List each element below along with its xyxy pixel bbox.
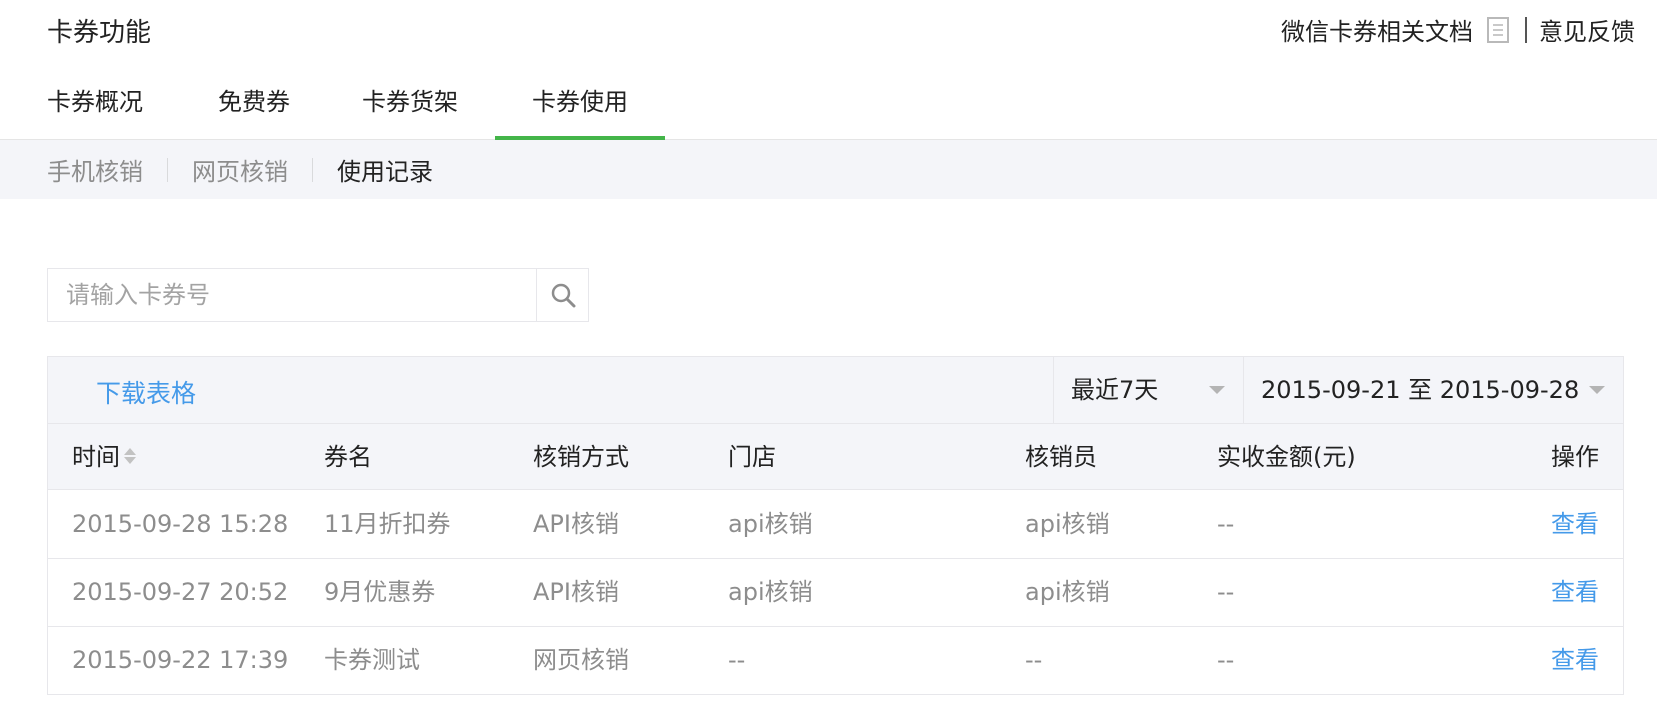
search-input[interactable] xyxy=(48,269,536,321)
cell-amount: -- xyxy=(1217,510,1235,538)
cell-store: -- xyxy=(728,646,746,674)
column-time[interactable]: 时间 xyxy=(72,424,136,490)
column-verifier: 核销员 xyxy=(1025,443,1097,471)
view-link[interactable]: 查看 xyxy=(1551,627,1599,693)
header-links: 微信卡券相关文档 意见反馈 xyxy=(1281,12,1635,47)
cell-amount: -- xyxy=(1217,646,1235,674)
cell-time: 2015-09-28 15:28 xyxy=(72,510,289,538)
feedback-link[interactable]: 意见反馈 xyxy=(1539,12,1635,47)
range-select-value: 最近7天 xyxy=(1071,376,1159,404)
column-verify-method: 核销方式 xyxy=(533,443,629,471)
table-row: 2015-09-22 17:39 卡券测试 网页核销 -- -- -- 查看 xyxy=(48,627,1623,695)
tab-coupon-shelf[interactable]: 卡券货架 xyxy=(362,70,458,140)
sub-navigation: 手机核销 网页核销 使用记录 xyxy=(0,140,1657,199)
document-icon[interactable] xyxy=(1487,16,1509,43)
column-amount: 实收金额(元) xyxy=(1217,443,1356,471)
cell-amount: -- xyxy=(1217,578,1235,606)
cell-time: 2015-09-22 17:39 xyxy=(72,646,289,674)
chevron-down-icon xyxy=(1209,386,1225,394)
download-table-link[interactable]: 下载表格 xyxy=(96,374,196,410)
tab-coupon-usage[interactable]: 卡券使用 xyxy=(495,70,665,140)
search-box xyxy=(47,268,589,322)
cell-time: 2015-09-27 20:52 xyxy=(72,578,289,606)
cell-verifier: api核销 xyxy=(1025,578,1110,606)
chevron-down-icon xyxy=(1589,386,1605,394)
cell-verifier: -- xyxy=(1025,646,1043,674)
search-button[interactable] xyxy=(536,269,588,321)
cell-verify-method: API核销 xyxy=(533,510,619,538)
range-select[interactable]: 最近7天 xyxy=(1053,357,1243,423)
date-range-value: 2015-09-21 至 2015-09-28 xyxy=(1261,376,1580,404)
date-range-select[interactable]: 2015-09-21 至 2015-09-28 xyxy=(1243,357,1623,423)
cell-verifier: api核销 xyxy=(1025,510,1110,538)
divider xyxy=(167,157,168,182)
table-row: 2015-09-28 15:28 11月折扣券 API核销 api核销 api核… xyxy=(48,491,1623,559)
tab-free-coupons[interactable]: 免费券 xyxy=(206,70,302,140)
column-store: 门店 xyxy=(728,443,776,471)
tab-overview[interactable]: 卡券概况 xyxy=(47,70,143,140)
table-toolbar: 下载表格 最近7天 2015-09-21 至 2015-09-28 xyxy=(48,357,1623,424)
page-title: 卡券功能 xyxy=(47,18,152,48)
view-link[interactable]: 查看 xyxy=(1551,491,1599,557)
sort-icon[interactable] xyxy=(124,446,136,466)
cell-coupon-name: 11月折扣券 xyxy=(324,510,451,538)
cell-coupon-name: 9月优惠券 xyxy=(324,578,436,606)
column-coupon-name: 券名 xyxy=(324,443,372,471)
subnav-web-verify[interactable]: 网页核销 xyxy=(192,152,288,187)
search-icon xyxy=(551,283,575,308)
column-time-label: 时间 xyxy=(72,443,120,471)
cell-verify-method: API核销 xyxy=(533,578,619,606)
main-tabs: 卡券概况 免费券 卡券货架 卡券使用 xyxy=(0,70,1657,140)
divider xyxy=(312,157,313,182)
cell-store: api核销 xyxy=(728,578,813,606)
view-link[interactable]: 查看 xyxy=(1551,559,1599,625)
subnav-usage-records[interactable]: 使用记录 xyxy=(337,152,433,187)
table-header: 时间 券名 核销方式 门店 核销员 实收金额(元) 操作 xyxy=(48,424,1623,490)
records-panel: 下载表格 最近7天 2015-09-21 至 2015-09-28 时间 券名 … xyxy=(47,356,1624,695)
cell-coupon-name: 卡券测试 xyxy=(324,646,420,674)
subnav-mobile-verify[interactable]: 手机核销 xyxy=(47,152,143,187)
divider xyxy=(1525,16,1527,43)
doc-link[interactable]: 微信卡券相关文档 xyxy=(1281,12,1473,47)
table-row: 2015-09-27 20:52 9月优惠券 API核销 api核销 api核销… xyxy=(48,559,1623,627)
cell-store: api核销 xyxy=(728,510,813,538)
cell-verify-method: 网页核销 xyxy=(533,646,629,674)
column-action: 操作 xyxy=(1551,443,1599,471)
